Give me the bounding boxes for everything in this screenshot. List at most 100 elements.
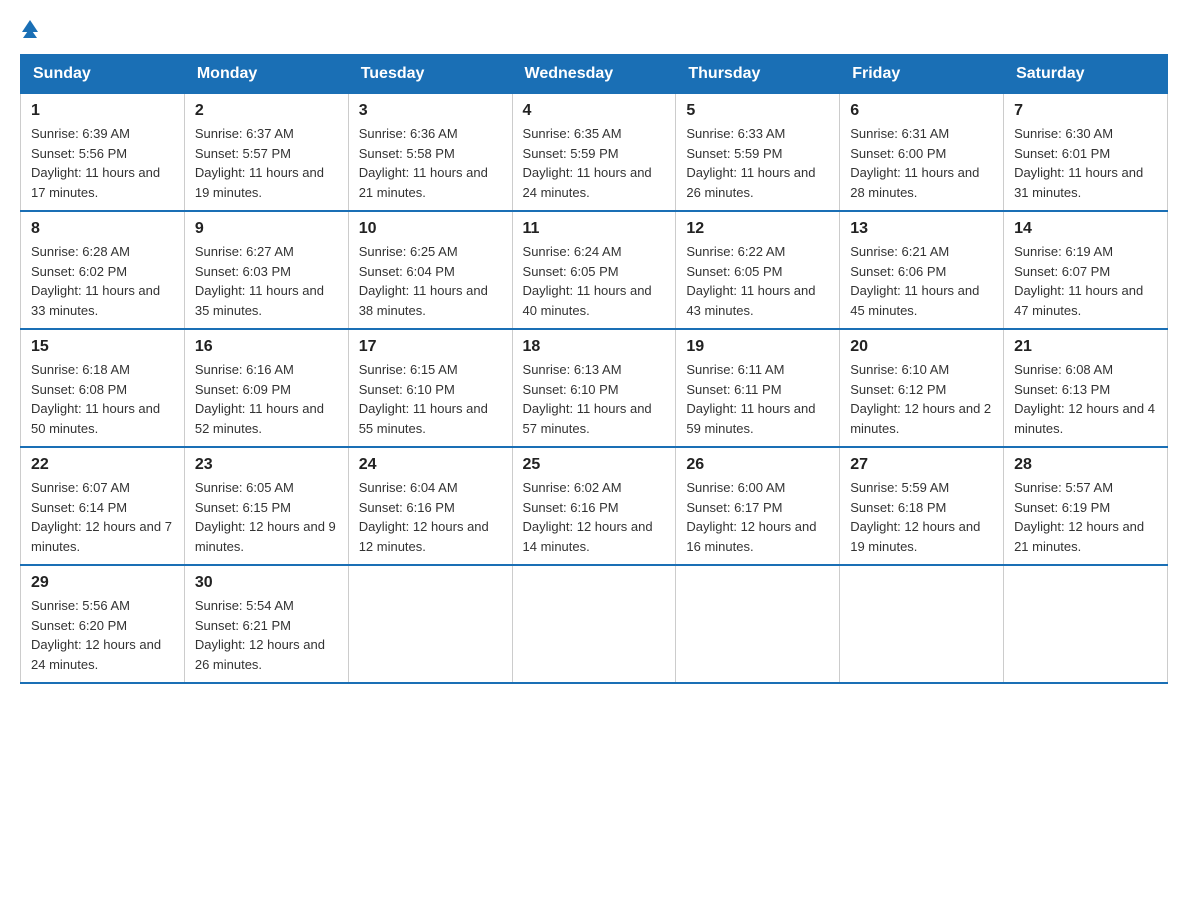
day-info: Sunrise: 6:28 AM Sunset: 6:02 PM Dayligh… <box>31 242 174 320</box>
day-number: 13 <box>850 220 993 238</box>
calendar-day-cell: 1 Sunrise: 6:39 AM Sunset: 5:56 PM Dayli… <box>21 94 185 212</box>
page-header <box>20 20 1168 34</box>
calendar-day-cell: 14 Sunrise: 6:19 AM Sunset: 6:07 PM Dayl… <box>1004 211 1168 329</box>
calendar-week-row: 15 Sunrise: 6:18 AM Sunset: 6:08 PM Dayl… <box>21 329 1168 447</box>
calendar-day-cell <box>840 565 1004 683</box>
day-info: Sunrise: 6:02 AM Sunset: 6:16 PM Dayligh… <box>523 478 666 556</box>
day-info: Sunrise: 5:57 AM Sunset: 6:19 PM Dayligh… <box>1014 478 1157 556</box>
day-info: Sunrise: 6:18 AM Sunset: 6:08 PM Dayligh… <box>31 360 174 438</box>
day-number: 2 <box>195 102 338 120</box>
calendar-week-row: 1 Sunrise: 6:39 AM Sunset: 5:56 PM Dayli… <box>21 94 1168 212</box>
day-of-week-header: Saturday <box>1004 55 1168 94</box>
calendar-day-cell: 24 Sunrise: 6:04 AM Sunset: 6:16 PM Dayl… <box>348 447 512 565</box>
calendar-day-cell <box>1004 565 1168 683</box>
day-info: Sunrise: 6:13 AM Sunset: 6:10 PM Dayligh… <box>523 360 666 438</box>
day-number: 30 <box>195 574 338 592</box>
calendar-day-cell: 4 Sunrise: 6:35 AM Sunset: 5:59 PM Dayli… <box>512 94 676 212</box>
day-number: 7 <box>1014 102 1157 120</box>
day-number: 24 <box>359 456 502 474</box>
day-number: 19 <box>686 338 829 356</box>
day-of-week-header: Thursday <box>676 55 840 94</box>
calendar-day-cell: 9 Sunrise: 6:27 AM Sunset: 6:03 PM Dayli… <box>184 211 348 329</box>
day-number: 8 <box>31 220 174 238</box>
day-number: 15 <box>31 338 174 356</box>
day-number: 11 <box>523 220 666 238</box>
day-info: Sunrise: 6:00 AM Sunset: 6:17 PM Dayligh… <box>686 478 829 556</box>
calendar-week-row: 8 Sunrise: 6:28 AM Sunset: 6:02 PM Dayli… <box>21 211 1168 329</box>
day-number: 10 <box>359 220 502 238</box>
calendar-day-cell: 19 Sunrise: 6:11 AM Sunset: 6:11 PM Dayl… <box>676 329 840 447</box>
day-info: Sunrise: 6:11 AM Sunset: 6:11 PM Dayligh… <box>686 360 829 438</box>
day-info: Sunrise: 6:30 AM Sunset: 6:01 PM Dayligh… <box>1014 124 1157 202</box>
calendar-day-cell: 3 Sunrise: 6:36 AM Sunset: 5:58 PM Dayli… <box>348 94 512 212</box>
calendar-week-row: 29 Sunrise: 5:56 AM Sunset: 6:20 PM Dayl… <box>21 565 1168 683</box>
day-number: 3 <box>359 102 502 120</box>
day-number: 20 <box>850 338 993 356</box>
day-info: Sunrise: 6:31 AM Sunset: 6:00 PM Dayligh… <box>850 124 993 202</box>
calendar-day-cell: 2 Sunrise: 6:37 AM Sunset: 5:57 PM Dayli… <box>184 94 348 212</box>
day-info: Sunrise: 6:25 AM Sunset: 6:04 PM Dayligh… <box>359 242 502 320</box>
day-number: 21 <box>1014 338 1157 356</box>
day-number: 26 <box>686 456 829 474</box>
calendar-day-cell: 10 Sunrise: 6:25 AM Sunset: 6:04 PM Dayl… <box>348 211 512 329</box>
day-of-week-header: Wednesday <box>512 55 676 94</box>
day-number: 5 <box>686 102 829 120</box>
calendar-day-cell: 5 Sunrise: 6:33 AM Sunset: 5:59 PM Dayli… <box>676 94 840 212</box>
calendar-week-row: 22 Sunrise: 6:07 AM Sunset: 6:14 PM Dayl… <box>21 447 1168 565</box>
calendar-day-cell: 18 Sunrise: 6:13 AM Sunset: 6:10 PM Dayl… <box>512 329 676 447</box>
day-number: 6 <box>850 102 993 120</box>
day-info: Sunrise: 5:59 AM Sunset: 6:18 PM Dayligh… <box>850 478 993 556</box>
day-info: Sunrise: 6:37 AM Sunset: 5:57 PM Dayligh… <box>195 124 338 202</box>
day-info: Sunrise: 6:04 AM Sunset: 6:16 PM Dayligh… <box>359 478 502 556</box>
day-number: 29 <box>31 574 174 592</box>
calendar-day-cell: 21 Sunrise: 6:08 AM Sunset: 6:13 PM Dayl… <box>1004 329 1168 447</box>
calendar-day-cell: 6 Sunrise: 6:31 AM Sunset: 6:00 PM Dayli… <box>840 94 1004 212</box>
day-number: 25 <box>523 456 666 474</box>
calendar-day-cell: 29 Sunrise: 5:56 AM Sunset: 6:20 PM Dayl… <box>21 565 185 683</box>
day-info: Sunrise: 6:19 AM Sunset: 6:07 PM Dayligh… <box>1014 242 1157 320</box>
calendar-day-cell: 22 Sunrise: 6:07 AM Sunset: 6:14 PM Dayl… <box>21 447 185 565</box>
day-number: 12 <box>686 220 829 238</box>
day-info: Sunrise: 5:54 AM Sunset: 6:21 PM Dayligh… <box>195 596 338 674</box>
day-info: Sunrise: 6:36 AM Sunset: 5:58 PM Dayligh… <box>359 124 502 202</box>
day-info: Sunrise: 6:35 AM Sunset: 5:59 PM Dayligh… <box>523 124 666 202</box>
day-number: 28 <box>1014 456 1157 474</box>
day-of-week-header: Tuesday <box>348 55 512 94</box>
calendar-day-cell: 26 Sunrise: 6:00 AM Sunset: 6:17 PM Dayl… <box>676 447 840 565</box>
calendar-day-cell <box>676 565 840 683</box>
calendar-day-cell: 30 Sunrise: 5:54 AM Sunset: 6:21 PM Dayl… <box>184 565 348 683</box>
calendar-day-cell: 16 Sunrise: 6:16 AM Sunset: 6:09 PM Dayl… <box>184 329 348 447</box>
day-info: Sunrise: 6:22 AM Sunset: 6:05 PM Dayligh… <box>686 242 829 320</box>
day-number: 17 <box>359 338 502 356</box>
calendar-day-cell: 23 Sunrise: 6:05 AM Sunset: 6:15 PM Dayl… <box>184 447 348 565</box>
calendar-day-cell: 20 Sunrise: 6:10 AM Sunset: 6:12 PM Dayl… <box>840 329 1004 447</box>
day-info: Sunrise: 5:56 AM Sunset: 6:20 PM Dayligh… <box>31 596 174 674</box>
day-info: Sunrise: 6:16 AM Sunset: 6:09 PM Dayligh… <box>195 360 338 438</box>
day-info: Sunrise: 6:39 AM Sunset: 5:56 PM Dayligh… <box>31 124 174 202</box>
day-info: Sunrise: 6:05 AM Sunset: 6:15 PM Dayligh… <box>195 478 338 556</box>
day-number: 9 <box>195 220 338 238</box>
day-info: Sunrise: 6:15 AM Sunset: 6:10 PM Dayligh… <box>359 360 502 438</box>
calendar-day-cell <box>348 565 512 683</box>
day-info: Sunrise: 6:27 AM Sunset: 6:03 PM Dayligh… <box>195 242 338 320</box>
calendar-day-cell: 11 Sunrise: 6:24 AM Sunset: 6:05 PM Dayl… <box>512 211 676 329</box>
day-info: Sunrise: 6:07 AM Sunset: 6:14 PM Dayligh… <box>31 478 174 556</box>
calendar-day-cell: 12 Sunrise: 6:22 AM Sunset: 6:05 PM Dayl… <box>676 211 840 329</box>
day-number: 18 <box>523 338 666 356</box>
calendar-day-cell: 17 Sunrise: 6:15 AM Sunset: 6:10 PM Dayl… <box>348 329 512 447</box>
calendar-day-cell: 15 Sunrise: 6:18 AM Sunset: 6:08 PM Dayl… <box>21 329 185 447</box>
calendar-day-cell <box>512 565 676 683</box>
logo <box>20 20 38 34</box>
calendar-table: SundayMondayTuesdayWednesdayThursdayFrid… <box>20 54 1168 684</box>
calendar-day-cell: 25 Sunrise: 6:02 AM Sunset: 6:16 PM Dayl… <box>512 447 676 565</box>
day-number: 1 <box>31 102 174 120</box>
day-of-week-header: Sunday <box>21 55 185 94</box>
day-number: 16 <box>195 338 338 356</box>
day-of-week-header: Friday <box>840 55 1004 94</box>
calendar-day-cell: 8 Sunrise: 6:28 AM Sunset: 6:02 PM Dayli… <box>21 211 185 329</box>
day-number: 22 <box>31 456 174 474</box>
calendar-day-cell: 27 Sunrise: 5:59 AM Sunset: 6:18 PM Dayl… <box>840 447 1004 565</box>
day-info: Sunrise: 6:33 AM Sunset: 5:59 PM Dayligh… <box>686 124 829 202</box>
day-number: 27 <box>850 456 993 474</box>
day-number: 4 <box>523 102 666 120</box>
